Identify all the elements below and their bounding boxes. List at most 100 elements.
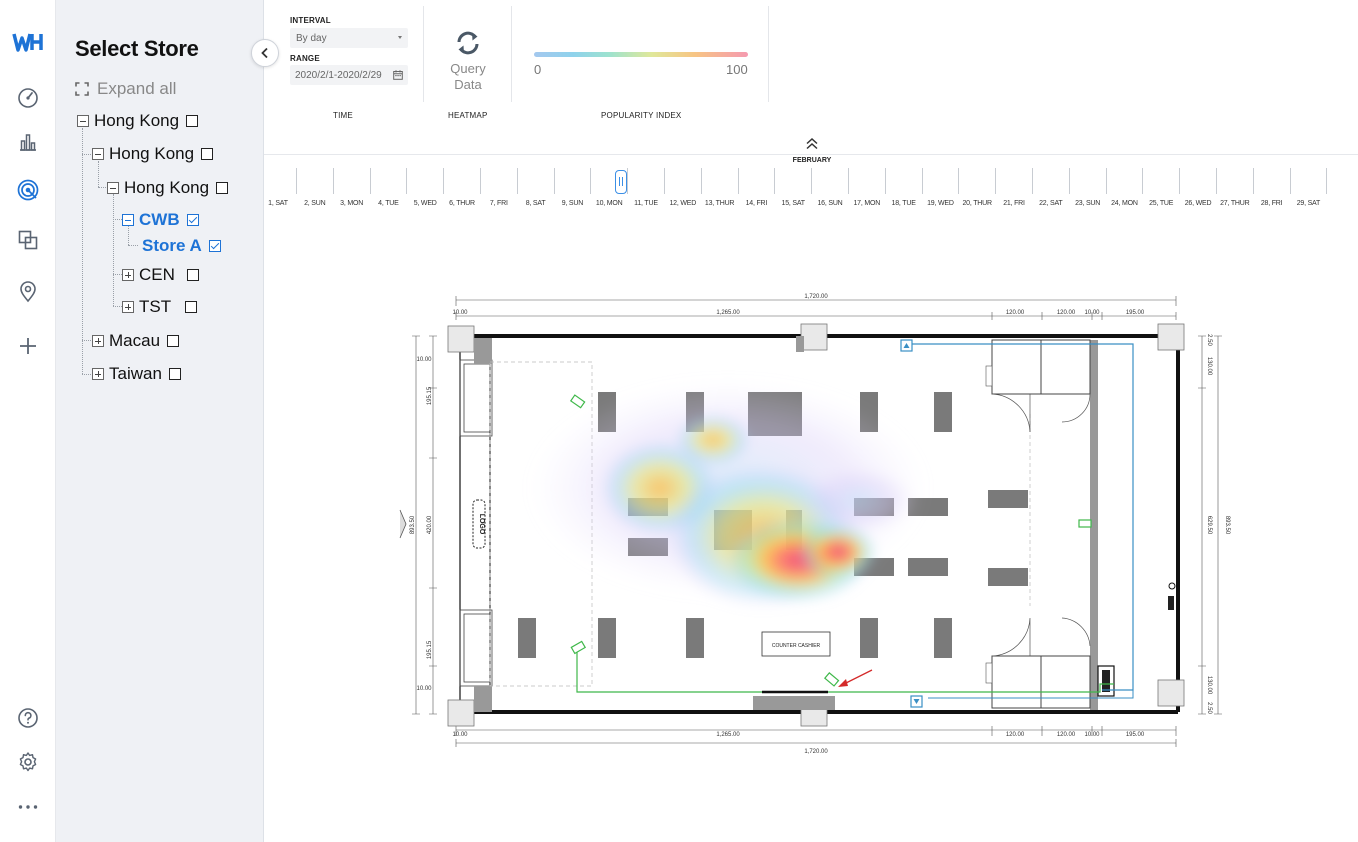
- collapse-toggle-icon[interactable]: [122, 214, 134, 226]
- timeline-tick: [1252, 168, 1254, 194]
- timeline-day-label[interactable]: 8, SAT: [526, 200, 546, 207]
- sensor-camera-icon[interactable]: [570, 640, 587, 655]
- tree-node-hong-kong-city[interactable]: Hong Kong: [107, 177, 229, 199]
- timeline-day-label[interactable]: 25, TUE: [1149, 200, 1173, 207]
- timeline-day-label[interactable]: 21, FRI: [1003, 200, 1025, 207]
- timeline-day-label[interactable]: 10, MON: [596, 200, 623, 207]
- timeline-handle[interactable]: [615, 170, 627, 194]
- timeline-tick: [995, 168, 997, 194]
- collapse-toggle-icon[interactable]: [77, 115, 89, 127]
- timeline-tick: [443, 168, 445, 194]
- settings-icon[interactable]: [16, 750, 40, 774]
- help-icon[interactable]: [16, 706, 40, 730]
- timeline-axis[interactable]: 1, SAT 2, SUN 3, MON 4, TUE 5, WED 6, THUR 7, …: [264, 168, 1358, 212]
- tree-node-tst[interactable]: TST: [122, 296, 198, 318]
- timeline-day-label[interactable]: 16, SUN: [817, 200, 842, 207]
- timeline-day-label[interactable]: 19, WED: [927, 200, 954, 207]
- chevron-double-up-icon[interactable]: [804, 137, 820, 151]
- collapse-toggle-icon[interactable]: [92, 148, 104, 160]
- collapse-toggle-icon[interactable]: [107, 182, 119, 194]
- interval-select[interactable]: By day: [290, 28, 408, 48]
- timeline-day-label[interactable]: 26, WED: [1185, 200, 1212, 207]
- sensor-camera-icon[interactable]: [569, 394, 586, 409]
- dim-left-c: 195.15: [427, 640, 433, 659]
- tree-connector: [113, 274, 122, 275]
- timeline-day-label[interactable]: 28, FRI: [1261, 200, 1283, 207]
- expand-all-button[interactable]: Expand all: [75, 79, 176, 99]
- timeline-day-label[interactable]: 2, SUN: [304, 200, 326, 207]
- sensor-camera-icon[interactable]: [1078, 519, 1092, 528]
- tree-node-checkbox[interactable]: [167, 335, 180, 347]
- tree-node-label: Hong Kong: [124, 178, 210, 197]
- counter-cashier-label: COUNTER CASHIER: [772, 643, 821, 649]
- tree-node-checkbox[interactable]: [185, 301, 198, 313]
- calendar-icon[interactable]: [393, 70, 403, 80]
- tree-node-checkbox[interactable]: [186, 214, 199, 226]
- tree-node-checkbox[interactable]: [208, 240, 221, 252]
- location-pin-icon[interactable]: [16, 280, 40, 304]
- tree-connector: [82, 340, 91, 341]
- range-picker[interactable]: 2020/2/1-2020/2/29: [290, 65, 408, 85]
- expand-toggle-icon[interactable]: [122, 301, 134, 313]
- layers-icon[interactable]: [16, 228, 40, 252]
- refresh-icon: [457, 31, 479, 55]
- expand-toggle-icon[interactable]: [92, 335, 104, 347]
- dashboard-icon[interactable]: [16, 86, 40, 110]
- timeline-day-label[interactable]: 27, THUR: [1220, 200, 1250, 207]
- timeline-day-label[interactable]: 12, WED: [669, 200, 696, 207]
- heatmap-icon[interactable]: [16, 178, 40, 202]
- tree-node-checkbox[interactable]: [168, 368, 181, 380]
- tree-node-checkbox[interactable]: [201, 148, 214, 160]
- timeline-day-label[interactable]: 29, SAT: [1297, 200, 1321, 207]
- dim-bottom-c: 10.00: [1084, 732, 1100, 738]
- dim-top-d: 195.00: [1126, 310, 1145, 316]
- tree-node-checkbox[interactable]: [216, 182, 229, 194]
- tree-node-macau[interactable]: Macau: [92, 330, 180, 352]
- timeline-day-label[interactable]: 6, THUR: [449, 200, 475, 207]
- tree-node-checkbox[interactable]: [186, 269, 199, 281]
- timeline-day-label[interactable]: 3, MON: [340, 200, 363, 207]
- tree-node-hong-kong-country[interactable]: Hong Kong: [92, 143, 214, 165]
- tree-node-taiwan[interactable]: Taiwan: [92, 363, 181, 385]
- timeline-day-label[interactable]: 9, SUN: [562, 200, 584, 207]
- tree-node-hong-kong-region[interactable]: Hong Kong: [77, 110, 199, 132]
- entrance-arrow: [399, 509, 407, 539]
- range-label: RANGE: [290, 54, 320, 63]
- brand-logo[interactable]: [12, 30, 44, 54]
- more-icon[interactable]: [16, 795, 40, 819]
- collapse-panel-button[interactable]: [251, 39, 279, 67]
- timeline-day-label[interactable]: 17, MON: [853, 200, 880, 207]
- timeline-day-label[interactable]: 4, TUE: [378, 200, 399, 207]
- tree-node-checkbox[interactable]: [186, 115, 199, 127]
- timeline-day-label[interactable]: 5, WED: [414, 200, 437, 207]
- tree-node-cwb[interactable]: CWB: [122, 209, 199, 231]
- timeline-day-label[interactable]: 18, TUE: [892, 200, 916, 207]
- expand-toggle-icon[interactable]: [122, 269, 134, 281]
- tree-node-store-a[interactable]: Store A: [142, 235, 221, 257]
- dim-top-small: 10.00: [452, 310, 468, 316]
- timeline-day-label[interactable]: 20, THUR: [962, 200, 992, 207]
- dim-right-c: 130.00: [1206, 676, 1212, 695]
- floor-plan-drawing: 1,720.00 1,265.00 10.00 120.00 120.00 10…: [399, 294, 1230, 755]
- timeline-day-label[interactable]: 7, FRI: [490, 200, 508, 207]
- timeline-day-label[interactable]: 22, SAT: [1039, 200, 1063, 207]
- tree-node-label: CEN: [139, 265, 175, 284]
- sensor-camera-icon[interactable]: [823, 671, 840, 687]
- timeline-tick: [1068, 168, 1070, 194]
- timeline-tick: [1326, 168, 1328, 194]
- timeline-day-label[interactable]: 1, SAT: [268, 200, 288, 207]
- expand-toggle-icon[interactable]: [92, 368, 104, 380]
- tree-node-cen[interactable]: CEN: [122, 264, 199, 286]
- timeline-day-label[interactable]: 14, FRI: [746, 200, 768, 207]
- dim-top-a: 120.00: [1006, 310, 1025, 316]
- timeline-day-label[interactable]: 23, SUN: [1075, 200, 1100, 207]
- timeline-day-label[interactable]: 11, TUE: [634, 200, 658, 207]
- timeline-day-label[interactable]: 15, SAT: [782, 200, 806, 207]
- timeline-day-label[interactable]: 24, MON: [1111, 200, 1138, 207]
- query-data-button[interactable]: Query Data: [436, 28, 500, 98]
- add-icon[interactable]: [16, 334, 40, 358]
- bar-chart-icon[interactable]: [16, 130, 40, 154]
- tree-node-label: Hong Kong: [94, 111, 180, 130]
- timeline-day-label[interactable]: 13, THUR: [705, 200, 735, 207]
- divider: [423, 6, 424, 102]
